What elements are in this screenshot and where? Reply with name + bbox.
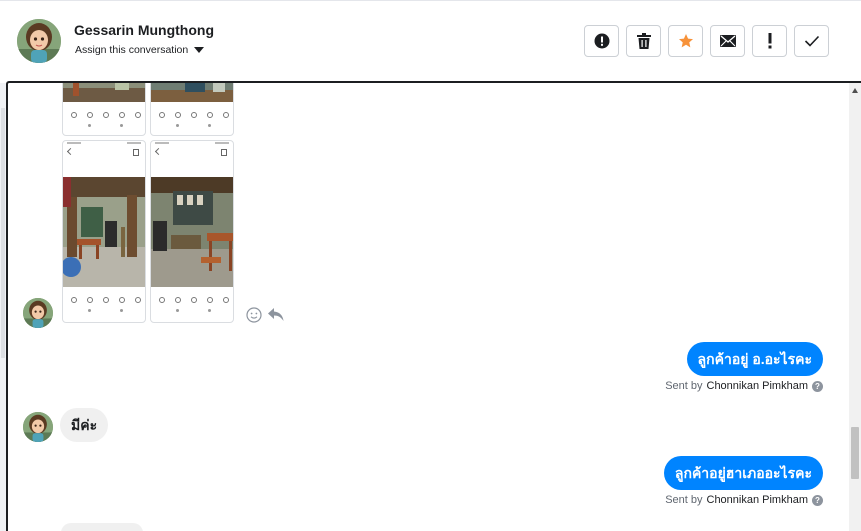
- assign-conversation-dropdown[interactable]: Assign this conversation: [75, 44, 205, 56]
- check-icon: [804, 35, 819, 47]
- incoming-message-bubble-partial[interactable]: [61, 523, 143, 531]
- contact-name: Gessarin Mungthong: [74, 22, 214, 38]
- star-button[interactable]: [668, 25, 703, 57]
- sender-avatar[interactable]: [23, 412, 53, 442]
- exclamation-icon: [768, 33, 771, 49]
- scroll-up-arrow-icon[interactable]: [852, 88, 858, 93]
- phone-status-bar: [151, 141, 233, 177]
- incoming-message-bubble[interactable]: มีค่ะ: [60, 408, 109, 442]
- phone-icon-row: [151, 287, 233, 321]
- action-toolbar: [584, 25, 829, 57]
- thread-scrollbar[interactable]: [849, 83, 861, 531]
- left-scroll-strip: [1, 108, 5, 358]
- contact-avatar[interactable]: [17, 19, 61, 63]
- star-icon: [678, 34, 693, 48]
- follow-up-button[interactable]: [752, 25, 787, 57]
- image-attachment-1[interactable]: [62, 83, 146, 136]
- mark-done-button[interactable]: [794, 25, 829, 57]
- envelope-icon: [719, 35, 736, 47]
- assign-label: Assign this conversation: [75, 44, 189, 56]
- message-actions: [246, 307, 284, 323]
- phone-icon-row: [63, 287, 145, 321]
- caret-down-icon: [194, 47, 205, 53]
- trash-icon: [636, 33, 651, 49]
- phone-icon-row: [151, 102, 233, 135]
- scrollbar-thumb[interactable]: [851, 427, 859, 479]
- sent-by-label: Sent by Chonnikan Pimkham ?: [665, 494, 823, 506]
- reply-icon[interactable]: [268, 308, 284, 322]
- cafe-photo: [63, 177, 145, 287]
- alert-circle-icon: [594, 33, 609, 49]
- agent-name: Chonnikan Pimkham: [706, 494, 809, 506]
- outgoing-message-bubble[interactable]: ลูกค้าอยู่ฮาเภออะไรคะ: [663, 456, 823, 490]
- cafe-photo: [151, 177, 233, 287]
- sender-avatar[interactable]: [23, 298, 53, 328]
- sent-by-label: Sent by Chonnikan Pimkham ?: [665, 380, 823, 392]
- image-attachment-2[interactable]: [150, 83, 234, 136]
- phone-status-bar: [63, 141, 145, 177]
- agent-name: Chonnikan Pimkham: [706, 380, 809, 392]
- conversation-thread[interactable]: ลูกค้าอยู่ อ.อะไรคะ Sent by Chonnikan Pi…: [6, 81, 861, 531]
- image-attachment-4[interactable]: [150, 140, 234, 323]
- conversation-header: Gessarin Mungthong Assign this conversat…: [0, 0, 861, 83]
- smiley-icon[interactable]: [246, 307, 262, 323]
- mark-unread-button[interactable]: [710, 25, 745, 57]
- help-icon[interactable]: ?: [812, 380, 823, 392]
- help-icon[interactable]: ?: [812, 494, 823, 506]
- image-attachment-3[interactable]: [62, 140, 146, 323]
- outgoing-message-bubble[interactable]: ลูกค้าอยู่ อ.อะไรคะ: [686, 342, 823, 376]
- delete-button[interactable]: [626, 25, 661, 57]
- phone-icon-row: [63, 102, 145, 135]
- mark-spam-button[interactable]: [584, 25, 619, 57]
